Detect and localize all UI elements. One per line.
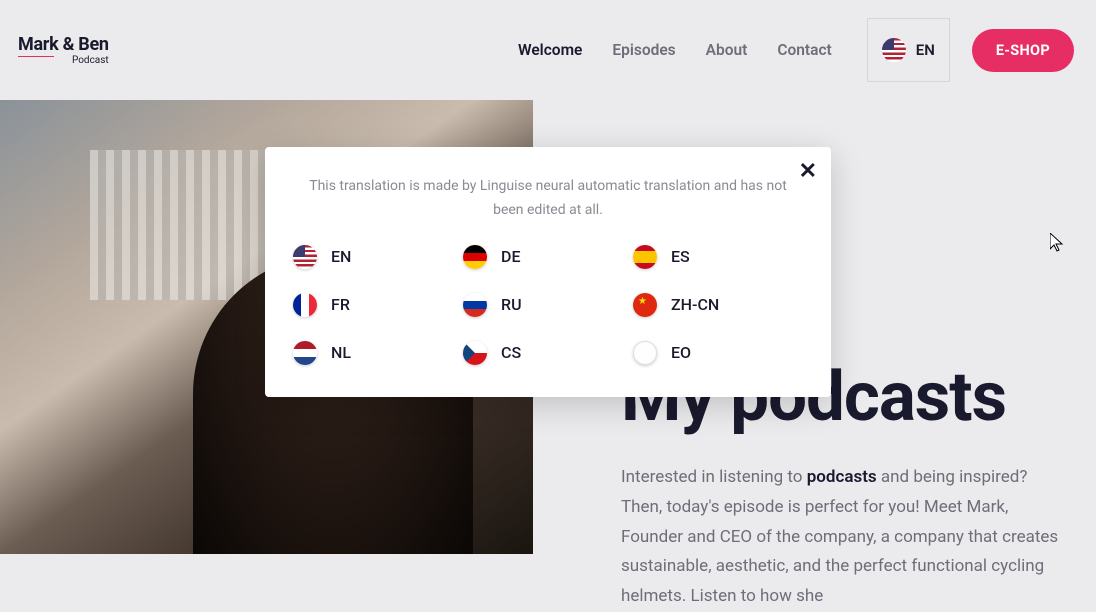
lang-label: FR — [331, 295, 350, 314]
lang-label: DE — [501, 247, 520, 266]
modal-disclaimer-text: This translation is made by Linguise neu… — [293, 175, 803, 223]
cursor-icon — [1050, 233, 1066, 253]
lang-option-ru[interactable]: RU — [463, 289, 633, 321]
flag-de-icon — [463, 245, 487, 269]
flag-ru-icon — [463, 293, 487, 317]
flag-nl-icon — [293, 341, 317, 365]
lang-label: NL — [331, 343, 351, 362]
flag-cn-icon — [633, 293, 657, 317]
flag-eo-icon — [633, 341, 657, 365]
lang-option-fr[interactable]: FR — [293, 289, 463, 321]
language-modal-overlay: ✕ This translation is made by Linguise n… — [0, 0, 1096, 532]
lang-option-cs[interactable]: CS — [463, 337, 633, 369]
lang-label: ZH-CN — [671, 295, 719, 314]
lang-label: RU — [501, 295, 522, 314]
lang-option-de[interactable]: DE — [463, 241, 633, 273]
lang-label: ES — [671, 247, 690, 266]
lang-option-es[interactable]: ES — [633, 241, 803, 273]
lang-option-en[interactable]: EN — [293, 241, 463, 273]
lang-label: EO — [671, 343, 691, 362]
lang-option-eo[interactable]: EO — [633, 337, 803, 369]
flag-us-icon — [293, 245, 317, 269]
lang-option-zh-cn[interactable]: ZH-CN — [633, 289, 803, 321]
flag-es-icon — [633, 245, 657, 269]
lang-option-nl[interactable]: NL — [293, 337, 463, 369]
language-modal: ✕ This translation is made by Linguise n… — [265, 147, 831, 397]
flag-fr-icon — [293, 293, 317, 317]
flag-cs-icon — [463, 341, 487, 365]
lang-label: EN — [331, 247, 351, 266]
language-grid: EN DE ES FR RU ZH-CN — [293, 241, 803, 369]
lang-label: CS — [501, 343, 521, 362]
close-icon[interactable]: ✕ — [799, 159, 817, 184]
